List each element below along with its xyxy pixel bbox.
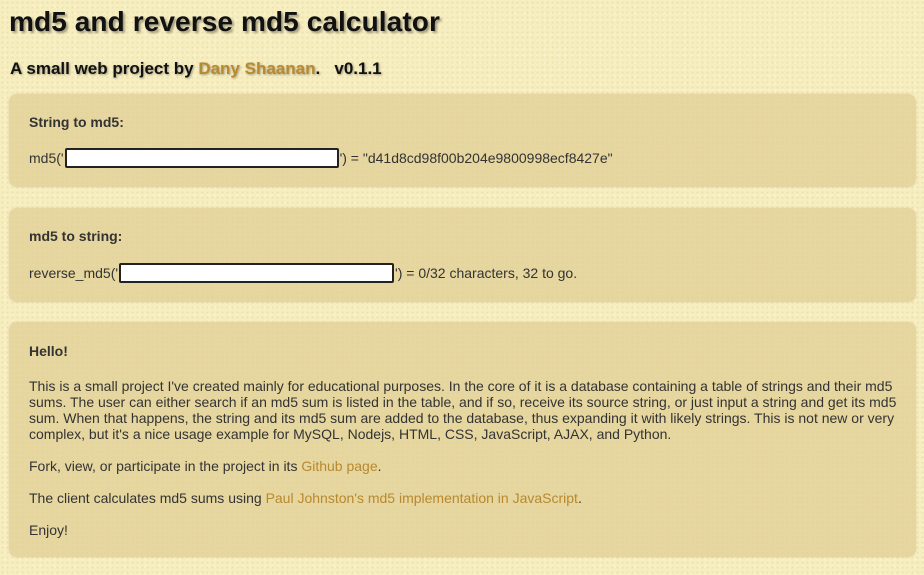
- hello-title: Hello!: [29, 343, 68, 359]
- author-link[interactable]: Dany Shaanan: [198, 59, 315, 78]
- client-text: The client calculates md5 sums using: [29, 490, 266, 506]
- client-paragraph: The client calculates md5 sums using Pau…: [29, 490, 582, 506]
- md5-result: ') = "d41d8cd98f00b204e9800998ecf8427e": [339, 150, 613, 166]
- version-text: . v0.1.1: [315, 59, 382, 78]
- reverse-md5-prefix: reverse_md5(': [29, 265, 119, 281]
- fork-paragraph: Fork, view, or participate in the projec…: [29, 458, 382, 474]
- subtitle: A small web project by Dany Shaanan. v0.…: [10, 59, 382, 79]
- github-link[interactable]: Github page: [301, 458, 377, 474]
- md5-hash-input[interactable]: [119, 263, 395, 283]
- string-to-md5-row: md5(' ') = "d41d8cd98f00b204e9800998ecf8…: [29, 148, 613, 168]
- md5-to-string-title: md5 to string:: [29, 228, 123, 244]
- string-to-md5-panel: String to md5: md5(' ') = "d41d8cd98f00b…: [9, 94, 916, 187]
- page-title: md5 and reverse md5 calculator: [9, 6, 440, 37]
- md5-prefix: md5(': [29, 150, 64, 166]
- reverse-md5-status: ') = 0/32 characters, 32 to go.: [395, 265, 578, 281]
- string-to-md5-title: String to md5:: [29, 114, 124, 130]
- intro-paragraph: This is a small project I've created mai…: [29, 378, 897, 442]
- string-input[interactable]: [64, 148, 339, 168]
- fork-period: .: [377, 458, 382, 474]
- enjoy-text: Enjoy!: [29, 522, 68, 538]
- subtitle-prefix: A small web project by: [10, 59, 199, 78]
- md5-to-string-row: reverse_md5(' ') = 0/32 characters, 32 t…: [29, 263, 577, 283]
- client-period: .: [577, 490, 582, 506]
- md5-to-string-panel: md5 to string: reverse_md5(' ') = 0/32 c…: [9, 208, 916, 302]
- hello-panel: Hello! This is a small project I've crea…: [9, 322, 916, 557]
- fork-text: Fork, view, or participate in the projec…: [29, 458, 302, 474]
- md5-implementation-link[interactable]: Paul Johnston's md5 implementation in Ja…: [266, 490, 578, 506]
